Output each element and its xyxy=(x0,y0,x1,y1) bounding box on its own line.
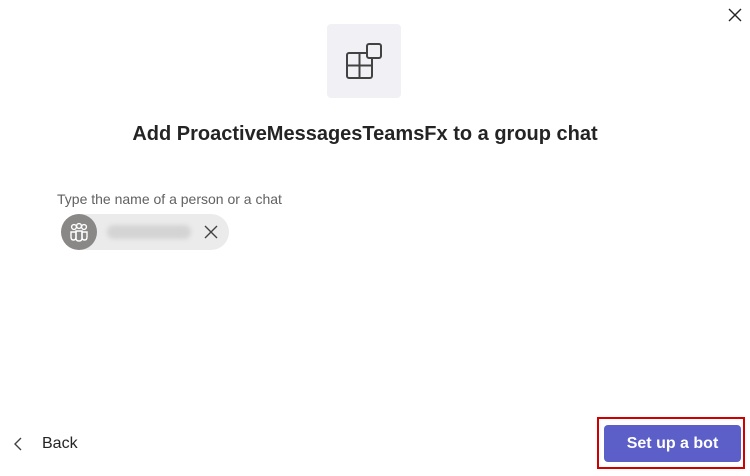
chevron-left-icon xyxy=(14,437,22,451)
picker-label: Type the name of a person or a chat xyxy=(57,191,282,207)
group-chat-icon xyxy=(70,222,88,242)
avatar xyxy=(61,214,97,250)
set-up-bot-button[interactable]: Set up a bot xyxy=(604,425,741,462)
add-to-group-chat-dialog: Add ProactiveMessagesTeamsFx to a group … xyxy=(0,0,750,476)
chip-name-redacted xyxy=(107,225,191,239)
close-icon xyxy=(204,225,218,239)
apps-icon xyxy=(346,43,382,79)
remove-chip-button[interactable] xyxy=(201,222,221,242)
dialog-title: Add ProactiveMessagesTeamsFx to a group … xyxy=(132,123,598,145)
app-icon-tile xyxy=(327,24,401,98)
back-button[interactable]: Back xyxy=(12,430,78,458)
close-button[interactable] xyxy=(724,4,746,26)
close-icon xyxy=(728,8,742,22)
back-label: Back xyxy=(42,435,78,452)
selected-chat-chip[interactable] xyxy=(61,214,229,250)
